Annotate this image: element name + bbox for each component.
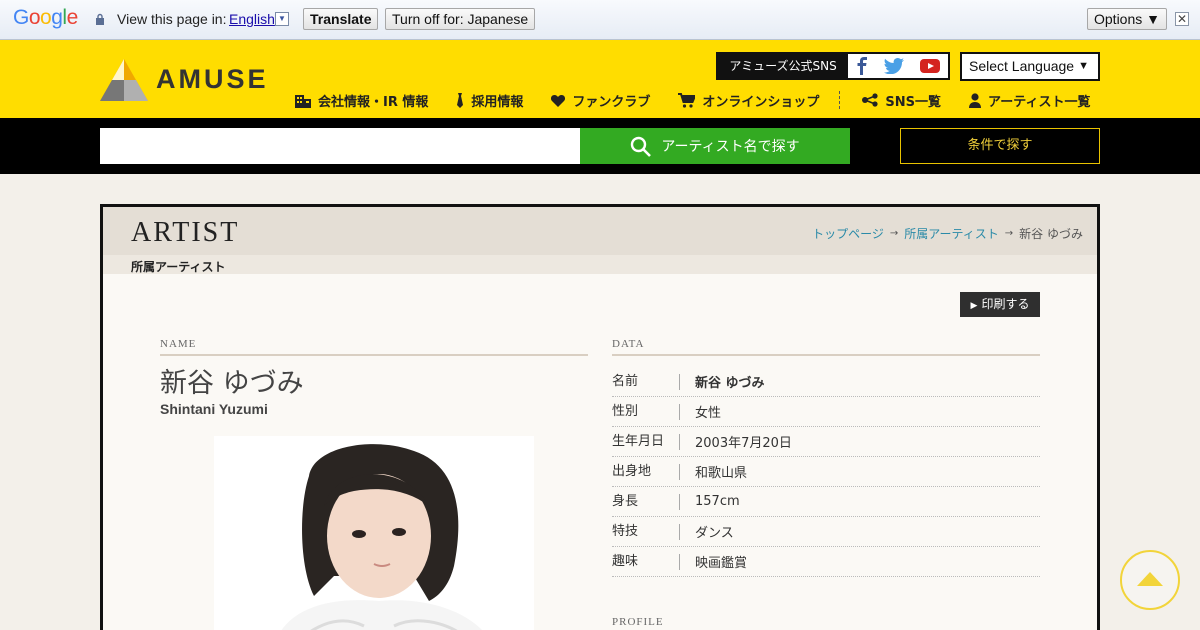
data-row: 性別 女性 xyxy=(612,397,1040,427)
nav-label: ファンクラブ xyxy=(572,94,651,110)
data-value: 映画鑑賞 xyxy=(695,556,748,571)
data-row: 特技 ダンス xyxy=(612,517,1040,547)
twitter-icon[interactable] xyxy=(884,58,904,74)
data-value: 新谷 ゆづみ xyxy=(695,376,765,391)
view-page-label: View this page in: xyxy=(117,11,227,27)
nav-divider xyxy=(839,91,841,109)
amuse-logo-icon[interactable] xyxy=(100,59,148,101)
play-triangle-icon: ▶ xyxy=(970,301,978,311)
facebook-icon[interactable] xyxy=(856,57,868,75)
data-key: 趣味 xyxy=(612,553,680,570)
heart-icon xyxy=(551,94,566,107)
data-section-label: DATA xyxy=(612,338,645,350)
search-button[interactable]: アーティスト名で探す xyxy=(580,128,850,164)
share-icon xyxy=(862,93,879,107)
youtube-icon[interactable] xyxy=(920,59,940,73)
sns-icons xyxy=(848,54,948,78)
lock-icon xyxy=(96,13,104,25)
data-row: 趣味 映画鑑賞 xyxy=(612,547,1040,577)
page-title: ARTIST xyxy=(131,217,240,248)
breadcrumb-current: 新谷 ゆづみ xyxy=(1019,227,1083,241)
artist-photo xyxy=(214,436,534,630)
translate-bar: Google View this page in: English ▼ Tran… xyxy=(0,0,1200,40)
profile-section-label: PROFILE xyxy=(612,616,664,628)
logo-text[interactable]: AMUSE xyxy=(156,64,269,95)
nav-item-artists[interactable]: アーティスト一覧 xyxy=(969,91,1090,110)
data-value: 157cm xyxy=(695,494,740,509)
breadcrumb: トップページ → 所属アーティスト → 新谷 ゆづみ xyxy=(812,225,1083,242)
person-icon xyxy=(969,92,982,108)
nav-label: SNS一覧 xyxy=(885,94,942,110)
data-key: 出身地 xyxy=(612,463,680,480)
arrow-up-icon xyxy=(1137,572,1163,586)
data-key: 特技 xyxy=(612,523,680,540)
data-key: 身長 xyxy=(612,493,680,510)
data-row: 生年月日 2003年7月20日 xyxy=(612,427,1040,457)
main-nav: 会社情報・IR 情報 採用情報 ファンクラブ オンラインショップ SNS一覧 ア… xyxy=(295,91,1118,110)
artist-name-en: Shintani Yuzumi xyxy=(160,401,268,417)
artist-search-input[interactable] xyxy=(100,128,580,164)
nav-item-shop[interactable]: オンラインショップ xyxy=(678,91,819,110)
sns-box: アミューズ公式SNS xyxy=(716,52,950,80)
breadcrumb-top[interactable]: トップページ xyxy=(812,225,884,242)
artist-panel: ARTIST 所属アーティスト トップページ → 所属アーティスト → 新谷 ゆ… xyxy=(100,204,1100,630)
google-logo: Google xyxy=(13,6,78,29)
arrow-right-icon: → xyxy=(1004,228,1014,239)
data-key: 性別 xyxy=(612,403,680,420)
language-link[interactable]: English xyxy=(229,11,275,27)
nav-label: 採用情報 xyxy=(471,94,524,110)
artist-name-ja: 新谷 ゆづみ xyxy=(160,368,304,399)
name-section-rule xyxy=(160,354,588,356)
nav-item-fanclub[interactable]: ファンクラブ xyxy=(551,91,650,110)
close-icon[interactable]: ✕ xyxy=(1175,12,1189,26)
nav-item-company[interactable]: 会社情報・IR 情報 xyxy=(295,91,428,110)
site-header: AMUSE アミューズ公式SNS Select Language ▼ 会社情報・… xyxy=(0,40,1200,118)
data-row: 名前 新谷 ゆづみ xyxy=(612,367,1040,397)
search-band: アーティスト名で探す 条件で探す xyxy=(0,118,1200,174)
artist-data-table: 名前 新谷 ゆづみ 性別 女性 生年月日 2003年7月20日 出身地 和歌山県 身長 1… xyxy=(612,367,1040,577)
data-row: 身長 157cm xyxy=(612,487,1040,517)
search-icon xyxy=(631,136,652,157)
arrow-right-icon: → xyxy=(889,228,899,239)
data-section-rule xyxy=(612,354,1040,356)
nav-label: アーティスト一覧 xyxy=(988,94,1091,110)
language-dropdown-icon[interactable]: ▼ xyxy=(275,12,289,26)
translate-button[interactable]: Translate xyxy=(303,8,379,30)
nav-label: オンラインショップ xyxy=(702,94,820,110)
tie-icon xyxy=(457,92,464,108)
panel-subheader xyxy=(103,255,1097,274)
data-row: 出身地 和歌山県 xyxy=(612,457,1040,487)
chevron-down-icon: ▼ xyxy=(1078,60,1089,72)
nav-label: 会社情報・IR 情報 xyxy=(318,94,429,110)
page-subtitle: 所属アーティスト xyxy=(131,260,226,274)
turn-off-button[interactable]: Turn off for: Japanese xyxy=(385,8,536,30)
language-select-label: Select Language xyxy=(969,58,1075,74)
condition-search-button[interactable]: 条件で探す xyxy=(900,128,1100,164)
language-select[interactable]: Select Language ▼ xyxy=(960,52,1100,81)
building-icon xyxy=(295,94,311,108)
data-value: 2003年7月20日 xyxy=(695,436,792,451)
data-key: 名前 xyxy=(612,373,680,390)
data-value: ダンス xyxy=(695,526,734,541)
sns-label: アミューズ公式SNS xyxy=(729,59,837,73)
artist-portrait-image xyxy=(214,436,534,630)
breadcrumb-artists[interactable]: 所属アーティスト xyxy=(904,225,999,242)
cart-icon xyxy=(678,92,696,108)
data-value: 女性 xyxy=(695,406,722,421)
search-button-label: アーティスト名で探す xyxy=(661,139,800,155)
back-to-top-button[interactable] xyxy=(1120,550,1180,610)
data-key: 生年月日 xyxy=(612,433,680,450)
print-button-label: 印刷する xyxy=(981,297,1030,311)
nav-item-sns[interactable]: SNS一覧 xyxy=(862,91,941,110)
name-section-label: NAME xyxy=(160,338,197,350)
data-value: 和歌山県 xyxy=(695,466,748,481)
print-button[interactable]: ▶ 印刷する xyxy=(960,292,1040,317)
nav-item-recruit[interactable]: 採用情報 xyxy=(456,91,523,110)
options-button[interactable]: Options ▼ xyxy=(1087,8,1167,30)
